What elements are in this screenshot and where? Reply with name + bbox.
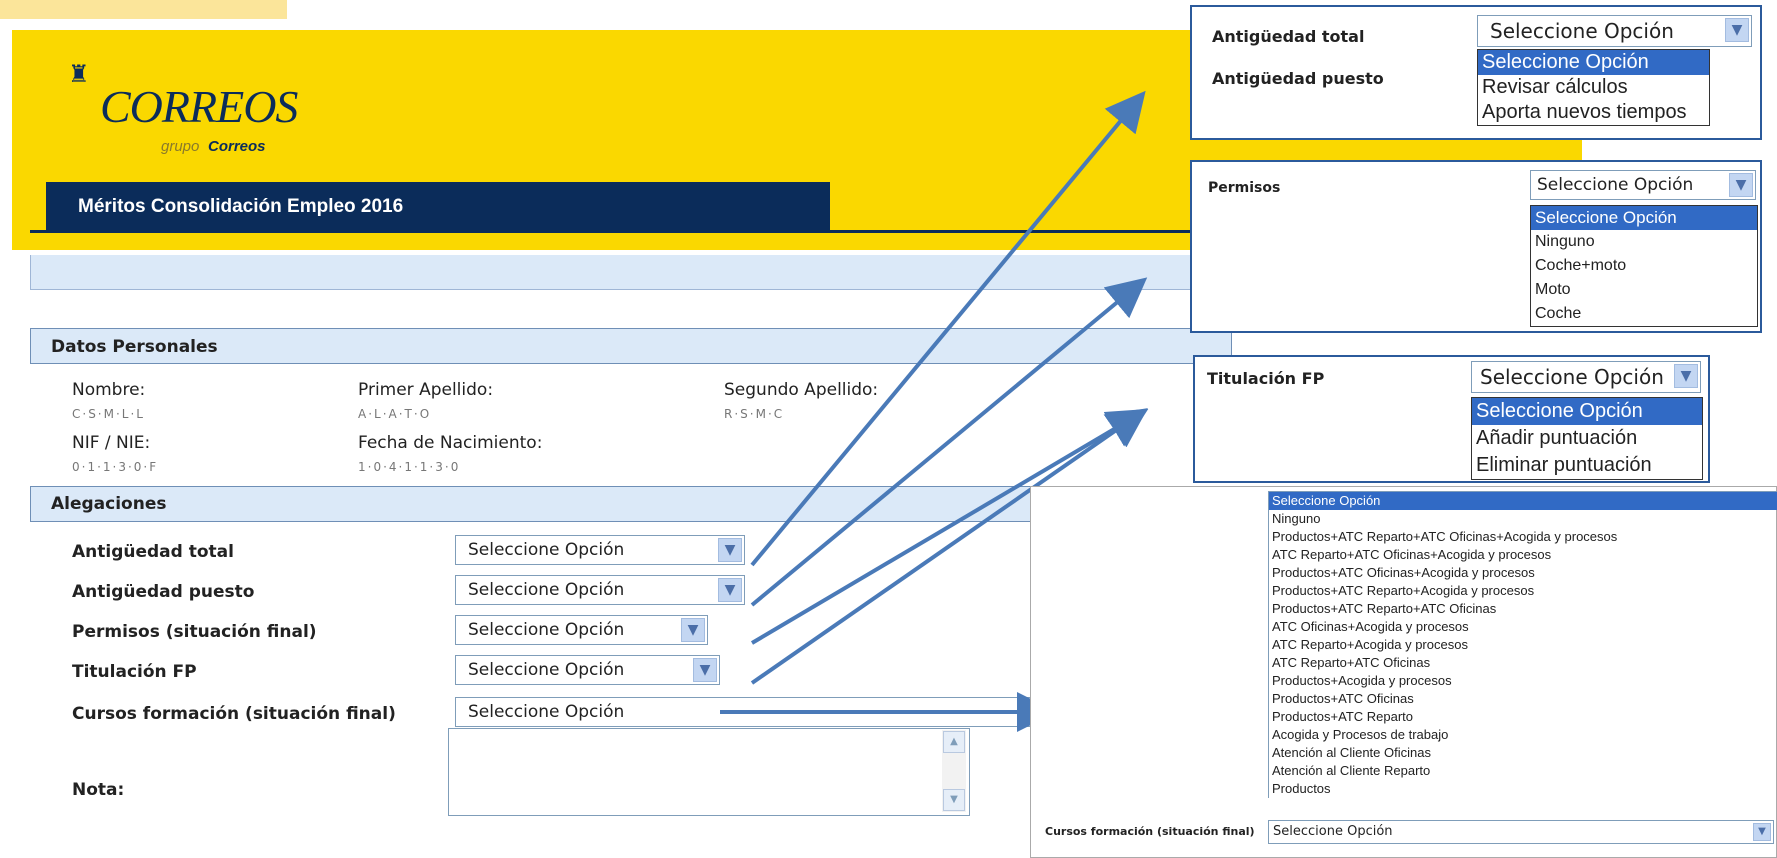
select-value: Seleccione Opción: [1273, 824, 1393, 839]
popup-label-titulacion: Titulación FP: [1207, 369, 1325, 388]
option[interactable]: Productos: [1269, 780, 1777, 798]
option[interactable]: Eliminar puntuación: [1472, 452, 1702, 479]
option[interactable]: Acogida y Procesos de trabajo: [1269, 726, 1777, 744]
select-value: Seleccione Opción: [1480, 365, 1664, 389]
popup-antiguedad-list: Seleccione Opción Revisar cálculos Aport…: [1477, 49, 1710, 126]
option[interactable]: Coche: [1531, 302, 1757, 326]
option[interactable]: ATC Reparto+Acogida y procesos: [1269, 636, 1777, 654]
option[interactable]: Seleccione Opción: [1472, 398, 1702, 425]
option[interactable]: Atención al Cliente Reparto: [1269, 762, 1777, 780]
option[interactable]: Seleccione Opción: [1531, 206, 1757, 230]
chevron-down-icon[interactable]: ▼: [1753, 823, 1771, 841]
chevron-down-icon[interactable]: ▼: [1725, 18, 1749, 42]
chevron-down-icon[interactable]: ▼: [1729, 173, 1753, 197]
option[interactable]: Seleccione Opción: [1478, 50, 1709, 75]
option[interactable]: Productos+ATC Reparto+Acogida y procesos: [1269, 582, 1777, 600]
popup-label-cursos: Cursos formación (situación final): [1045, 825, 1255, 838]
option[interactable]: ATC Reparto+ATC Oficinas: [1269, 654, 1777, 672]
popup-label-permisos: Permisos: [1208, 180, 1281, 196]
popup-permisos-list: Seleccione Opción Ninguno Coche+moto Mot…: [1530, 205, 1758, 327]
select-value: Seleccione Opción: [1490, 19, 1674, 43]
option[interactable]: Seleccione Opción: [1269, 492, 1777, 510]
chevron-down-icon[interactable]: ▼: [1674, 364, 1698, 388]
popup-titulacion-list: Seleccione Opción Añadir puntuación Elim…: [1471, 397, 1703, 480]
popup-titulacion-select[interactable]: Seleccione Opción ▼: [1471, 361, 1701, 393]
popup-permisos-select[interactable]: Seleccione Opción ▼: [1530, 170, 1756, 200]
option[interactable]: Moto: [1531, 278, 1757, 302]
option[interactable]: Productos+ATC Reparto+ATC Oficinas+Acogi…: [1269, 528, 1777, 546]
option[interactable]: Productos+ATC Reparto: [1269, 708, 1777, 726]
select-value: Seleccione Opción: [1537, 175, 1694, 195]
popup-cursos-select[interactable]: Seleccione Opción ▼: [1268, 820, 1774, 844]
option[interactable]: ATC Reparto+ATC Oficinas+Acogida y proce…: [1269, 546, 1777, 564]
option[interactable]: Productos+ATC Oficinas: [1269, 690, 1777, 708]
option[interactable]: Atención al Cliente Oficinas: [1269, 744, 1777, 762]
popup-permisos: Permisos Seleccione Opción ▼ Seleccione O…: [1190, 160, 1762, 333]
popup-titulacion: Titulación FP Seleccione Opción ▼ Selecci…: [1193, 355, 1710, 483]
option[interactable]: Revisar cálculos: [1478, 75, 1709, 100]
option[interactable]: ATC Oficinas+Acogida y procesos: [1269, 618, 1777, 636]
option[interactable]: Productos+ATC Reparto+ATC Oficinas: [1269, 600, 1777, 618]
popup-cursos: Seleccione Opción Ninguno Productos+ATC …: [1030, 486, 1777, 858]
popup-cursos-list: Seleccione Opción Ninguno Productos+ATC …: [1268, 491, 1777, 798]
popup-antiguedad: Antigüedad total Antigüedad puesto Selec…: [1190, 5, 1762, 140]
option[interactable]: Añadir puntuación: [1472, 425, 1702, 452]
option[interactable]: Ninguno: [1269, 510, 1777, 528]
option[interactable]: Coche+moto: [1531, 254, 1757, 278]
popup-label-antiguedad-total: Antigüedad total: [1212, 27, 1365, 46]
popup-antiguedad-select[interactable]: Seleccione Opción ▼: [1477, 15, 1752, 47]
option[interactable]: Aporta nuevos tiempos: [1478, 100, 1709, 125]
option[interactable]: Ninguno: [1531, 230, 1757, 254]
option[interactable]: Productos+Acogida y procesos: [1269, 672, 1777, 690]
popup-label-antiguedad-puesto: Antigüedad puesto: [1212, 69, 1384, 88]
option[interactable]: Productos+ATC Oficinas+Acogida y proceso…: [1269, 564, 1777, 582]
